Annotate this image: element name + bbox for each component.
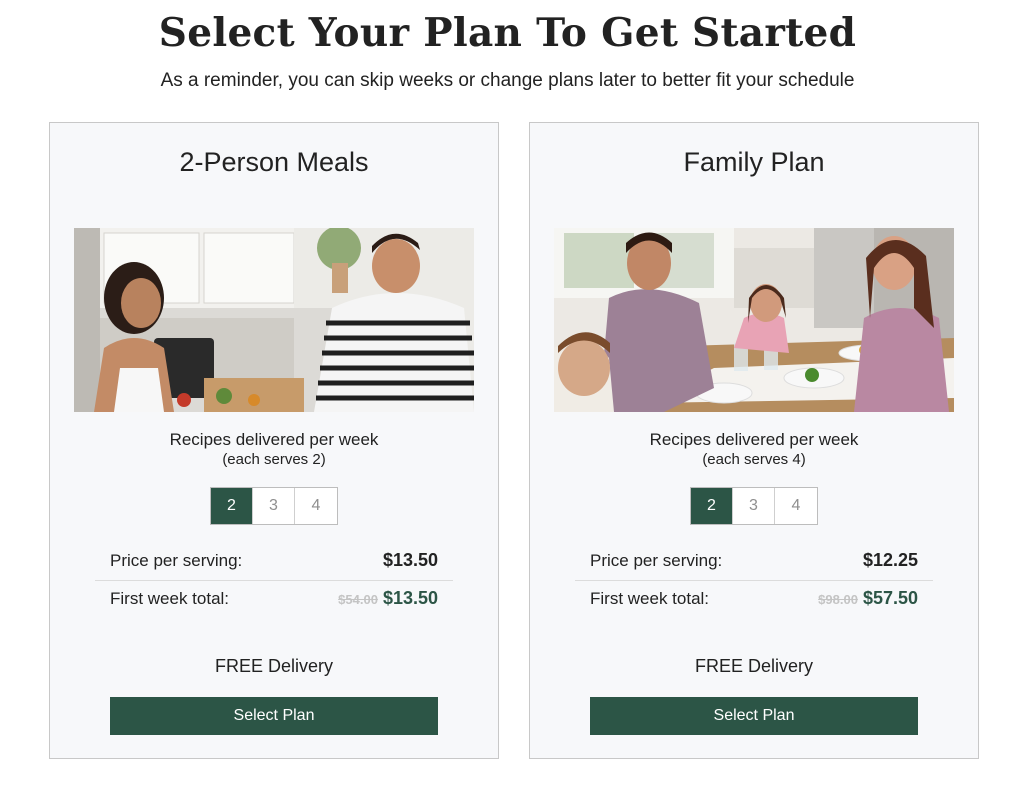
- first-week-total-row: First week total: $98.00 $57.50: [590, 588, 918, 609]
- select-plan-button[interactable]: Select Plan: [590, 697, 918, 735]
- couple-in-kitchen-photo: [74, 228, 474, 412]
- divider: [575, 580, 933, 581]
- recipe-count-selector: 2 3 4: [690, 487, 818, 525]
- serves-label: (each serves 4): [702, 451, 806, 468]
- recipes-per-week-label: Recipes delivered per week: [649, 430, 859, 449]
- price-per-serving-row: Price per serving: $12.25: [590, 550, 918, 571]
- first-week-total-row: First week total: $54.00 $13.50: [110, 588, 438, 609]
- recipe-option-3[interactable]: 3: [253, 488, 295, 524]
- page-title: Select Your Plan To Get Started: [158, 10, 857, 56]
- page-subtitle: As a reminder, you can skip weeks or cha…: [160, 70, 855, 91]
- recipe-option-2[interactable]: 2: [211, 488, 253, 524]
- price-per-serving-label: Price per serving:: [110, 550, 243, 570]
- recipe-option-4[interactable]: 4: [775, 488, 817, 524]
- family-dinner-photo: [554, 228, 954, 412]
- first-week-total-prices: $54.00 $13.50: [338, 588, 438, 609]
- recipe-option-3[interactable]: 3: [733, 488, 775, 524]
- first-week-total-prices: $98.00 $57.50: [818, 588, 918, 609]
- recipe-count-selector: 2 3 4: [210, 487, 338, 525]
- recipes-per-week-label: Recipes delivered per week: [169, 430, 379, 449]
- plan-name: 2-Person Meals: [179, 147, 369, 177]
- plan-name: Family Plan: [683, 147, 825, 177]
- first-week-total-label: First week total:: [110, 588, 230, 608]
- serves-label: (each serves 2): [222, 451, 326, 468]
- price-per-serving-value: $12.25: [862, 550, 918, 570]
- recipe-option-4[interactable]: 4: [295, 488, 337, 524]
- discounted-price: $57.50: [862, 588, 918, 608]
- price-per-serving-label: Price per serving:: [590, 550, 723, 570]
- original-price: $54.00: [338, 592, 378, 607]
- recipe-option-2[interactable]: 2: [691, 488, 733, 524]
- plan-card-family: Family Plan Recipes delivered per week (…: [529, 122, 979, 759]
- price-per-serving-value: $13.50: [382, 550, 438, 570]
- discounted-price: $13.50: [382, 588, 438, 608]
- price-per-serving-row: Price per serving: $13.50: [110, 550, 438, 571]
- select-plan-button[interactable]: Select Plan: [110, 697, 438, 735]
- free-delivery-label: FREE Delivery: [694, 656, 814, 676]
- first-week-total-label: First week total:: [590, 588, 710, 608]
- plan-card-2-person: 2-Person Meals Recipes delivered per wee…: [49, 122, 499, 759]
- original-price: $98.00: [818, 592, 858, 607]
- free-delivery-label: FREE Delivery: [214, 656, 334, 676]
- divider: [95, 580, 453, 581]
